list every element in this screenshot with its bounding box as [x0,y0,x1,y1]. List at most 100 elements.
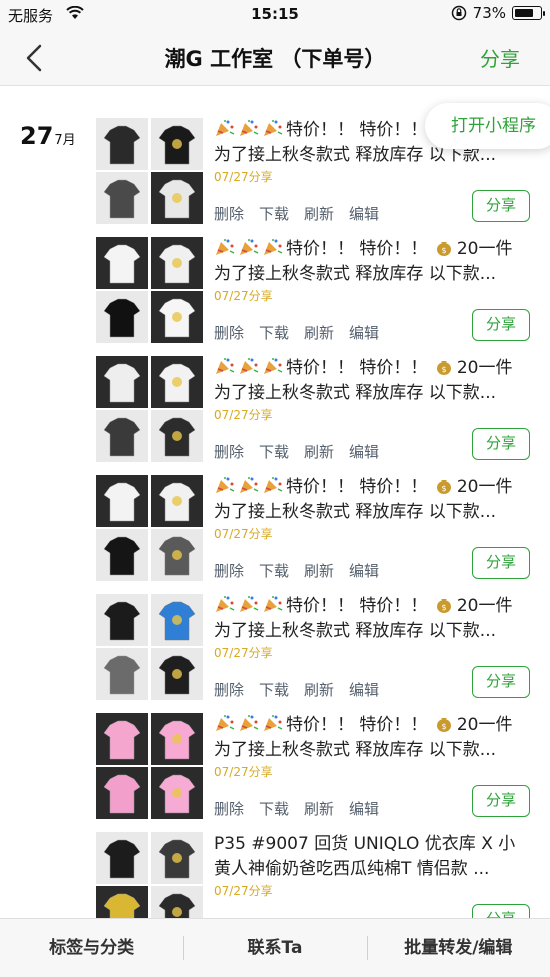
post-share-button[interactable]: 分享 [472,190,530,222]
post-thumbnail[interactable] [151,767,203,819]
post-text-line2: 为了接上秋冬款式 释放库存 以下款... [214,740,497,760]
post-text[interactable]: 特价！！ 特价！！ $20一件 为了接上秋冬款式 释放库存 以下款... [214,356,532,406]
thumbnail-grid[interactable] [96,832,203,918]
status-bar: 无服务 15:15 73% [0,0,550,30]
delete-button[interactable]: 删除 [214,441,244,462]
thumbnail-grid[interactable] [96,118,203,224]
post-text-line1: 特价！！ 特价！！ $20一件 [214,237,532,262]
party-popper-icon [264,239,283,255]
batch-forward-edit-button[interactable]: 批量转发/编辑 [366,919,550,977]
post-share-button[interactable]: 分享 [472,547,530,579]
post-thumbnail[interactable] [96,291,148,343]
edit-button[interactable]: 编辑 [349,679,379,700]
edit-button[interactable]: 编辑 [349,203,379,224]
post-item[interactable]: 特价！！ 特价！！ $20一件 为了接上秋冬款式 释放库存 以下款... 07/… [96,713,536,823]
post-item[interactable]: 特价！！ 特价！！ $20一件 为了接上秋冬款式 释放库存 以下款... 07/… [96,594,536,704]
post-text-line2: 黄人神偷奶爸吃西瓜纯棉T 情侣款 ... [214,859,490,879]
download-button[interactable]: 下载 [259,203,289,224]
post-thumbnail[interactable] [151,886,203,918]
post-thumbnail[interactable] [96,832,148,884]
post-thumbnail[interactable] [96,237,148,289]
post-item[interactable]: 特价！！ 特价！！ $20一件 为了接上秋冬款式 释放库存 以下款... 07/… [96,475,536,585]
post-date: 07/27分享 [214,884,273,898]
edit-button[interactable]: 编辑 [349,798,379,819]
edit-button[interactable]: 编辑 [349,560,379,581]
post-thumbnail[interactable] [96,886,148,918]
svg-text:$: $ [441,722,446,731]
post-text[interactable]: 特价！！ 特价！！ $20一件 为了接上秋冬款式 释放库存 以下款... [214,594,532,644]
thumbnail-grid[interactable] [96,237,203,343]
post-thumbnail[interactable] [96,648,148,700]
post-thumbnail[interactable] [151,172,203,224]
thumbnail-grid[interactable] [96,713,203,819]
post-share-button[interactable]: 分享 [472,428,530,460]
post-item[interactable]: P35 #9007 回货 UNIQLO 优衣库 X 小 黄人神偷奶爸吃西瓜纯棉T… [96,832,536,918]
download-button[interactable]: 下载 [259,441,289,462]
edit-button[interactable]: 编辑 [349,441,379,462]
thumbnail-grid[interactable] [96,475,203,581]
post-thumbnail[interactable] [96,767,148,819]
download-button[interactable]: 下载 [259,560,289,581]
post-thumbnail[interactable] [151,410,203,462]
post-thumbnail[interactable] [151,713,203,765]
post-actions: 删除 下载 刷新 编辑 [214,679,379,700]
post-item[interactable]: 特价！！ 特价！！ $20一件 为了接上秋冬款式 释放库存 以下款... 07/… [96,237,536,347]
party-popper-icon [240,120,259,136]
refresh-button[interactable]: 刷新 [304,798,334,819]
post-text-line2: 为了接上秋冬款式 释放库存 以下款... [214,264,497,284]
post-thumbnail[interactable] [96,118,148,170]
refresh-button[interactable]: 刷新 [304,679,334,700]
post-share-button[interactable]: 分享 [472,904,530,918]
refresh-button[interactable]: 刷新 [304,560,334,581]
page-title: 潮G 工作室 （下单号） [164,47,386,71]
post-actions: 删除 下载 刷新 编辑 [214,322,379,343]
post-share-button[interactable]: 分享 [472,666,530,698]
post-thumbnail[interactable] [96,172,148,224]
post-text[interactable]: 特价！！ 特价！！ $20一件 为了接上秋冬款式 释放库存 以下款... [214,237,532,287]
refresh-button[interactable]: 刷新 [304,441,334,462]
download-button[interactable]: 下载 [259,798,289,819]
post-thumbnail[interactable] [96,356,148,408]
download-button[interactable]: 下载 [259,322,289,343]
post-feed[interactable]: 277月 特价！！ 特价！！ 为了接上秋冬款式 释放库存 以下款... 07/2… [0,86,550,918]
post-share-button[interactable]: 分享 [472,785,530,817]
post-thumbnail[interactable] [96,594,148,646]
svg-text:$: $ [441,246,446,255]
post-thumbnail[interactable] [151,594,203,646]
delete-button[interactable]: 删除 [214,798,244,819]
refresh-button[interactable]: 刷新 [304,322,334,343]
delete-button[interactable]: 删除 [214,560,244,581]
post-thumbnail[interactable] [96,529,148,581]
post-thumbnail[interactable] [151,356,203,408]
post-thumbnail[interactable] [96,475,148,527]
post-thumbnail[interactable] [151,648,203,700]
thumbnail-grid[interactable] [96,356,203,462]
post-share-button[interactable]: 分享 [472,309,530,341]
post-thumbnail[interactable] [151,118,203,170]
open-mini-program-button[interactable]: 打开小程序 [425,103,550,149]
post-thumbnail[interactable] [151,529,203,581]
post-thumbnail[interactable] [96,410,148,462]
download-button[interactable]: 下载 [259,679,289,700]
post-thumbnail[interactable] [151,237,203,289]
delete-button[interactable]: 删除 [214,679,244,700]
post-thumbnail[interactable] [151,291,203,343]
contact-button[interactable]: 联系Ta [183,919,366,977]
delete-button[interactable]: 删除 [214,203,244,224]
party-popper-icon [264,120,283,136]
delete-button[interactable]: 删除 [214,322,244,343]
tags-categories-button[interactable]: 标签与分类 [0,919,183,977]
post-text[interactable]: 特价！！ 特价！！ $20一件 为了接上秋冬款式 释放库存 以下款... [214,475,532,525]
post-date: 07/27分享 [214,408,273,422]
edit-button[interactable]: 编辑 [349,322,379,343]
thumbnail-grid[interactable] [96,594,203,700]
post-text[interactable]: 特价！！ 特价！！ $20一件 为了接上秋冬款式 释放库存 以下款... [214,713,532,763]
post-text[interactable]: P35 #9007 回货 UNIQLO 优衣库 X 小 黄人神偷奶爸吃西瓜纯棉T… [214,832,532,882]
post-thumbnail[interactable] [151,475,203,527]
refresh-button[interactable]: 刷新 [304,203,334,224]
share-button-nav[interactable]: 分享 [480,43,520,72]
party-popper-icon [216,358,235,374]
post-thumbnail[interactable] [96,713,148,765]
post-thumbnail[interactable] [151,832,203,884]
post-item[interactable]: 特价！！ 特价！！ $20一件 为了接上秋冬款式 释放库存 以下款... 07/… [96,356,536,466]
